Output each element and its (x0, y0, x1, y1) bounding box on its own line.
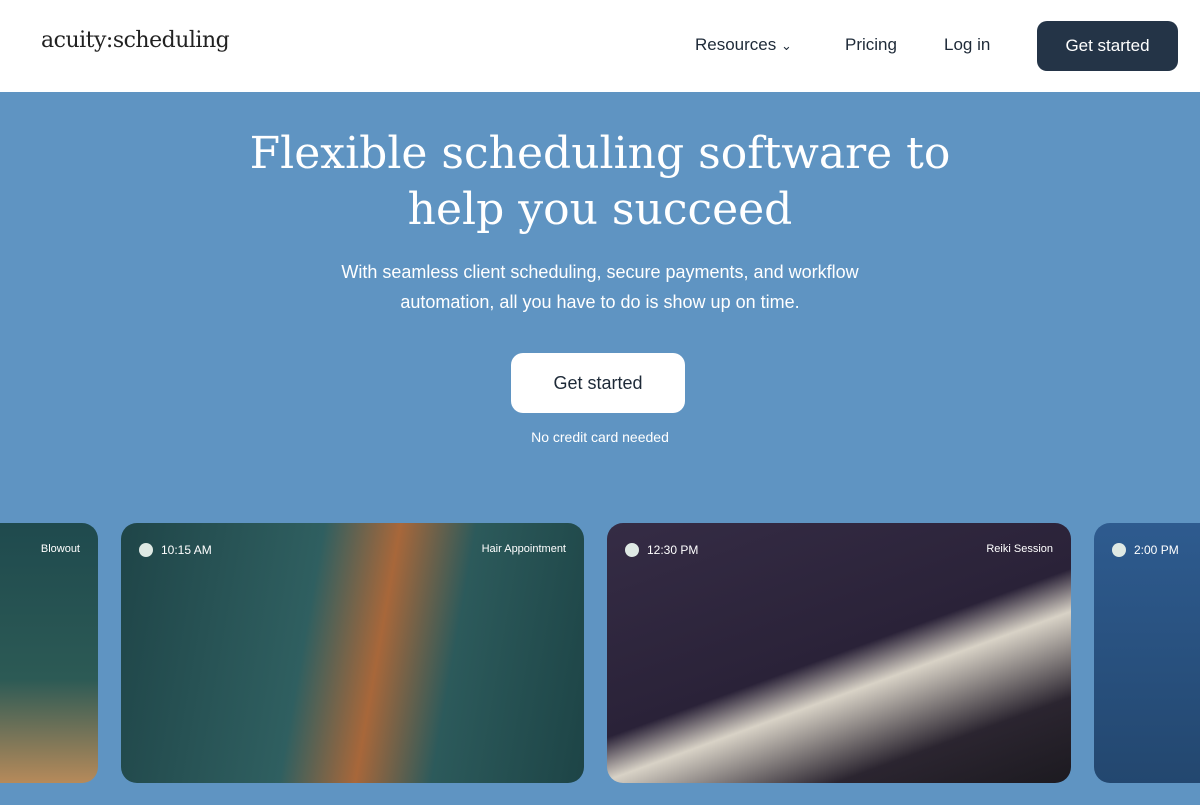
appointment-card: 2:00 PM (1094, 523, 1200, 783)
card-label: Reiki Session (986, 543, 1053, 555)
appointment-card: 10:15 AM Hair Appointment (121, 523, 584, 783)
top-nav: acuity:scheduling Resources ⌄ Pricing Lo… (0, 0, 1200, 92)
hero-subtitle: With seamless client scheduling, secure … (341, 262, 859, 312)
card-label: Blowout (40, 543, 80, 555)
clock-dot-icon (1112, 543, 1126, 557)
resources-label: Resources (695, 35, 777, 54)
hero-title: Flexible scheduling software to help you … (249, 128, 951, 235)
get-started-button[interactable]: Get started (511, 353, 685, 413)
card-time: 12:30 PM (647, 543, 699, 557)
get-started-nav-button[interactable]: Get started (1037, 21, 1178, 71)
card-time: 2:00 PM (1134, 543, 1179, 557)
no-credit-card-note: No credit card needed (531, 429, 669, 445)
nav-pricing[interactable]: Pricing (845, 35, 897, 55)
nav-login[interactable]: Log in (944, 35, 990, 55)
card-label: Hair Appointment (481, 543, 566, 555)
appointment-card: 12:30 PM Reiki Session (607, 523, 1071, 783)
nav-resources[interactable]: Resources ⌄ (695, 35, 792, 55)
logo[interactable]: acuity:scheduling (41, 28, 230, 53)
appointment-card: Blowout (0, 523, 98, 783)
clock-dot-icon (139, 543, 153, 557)
card-time: 10:15 AM (161, 543, 212, 557)
chevron-down-icon: ⌄ (781, 38, 792, 53)
clock-dot-icon (625, 543, 639, 557)
